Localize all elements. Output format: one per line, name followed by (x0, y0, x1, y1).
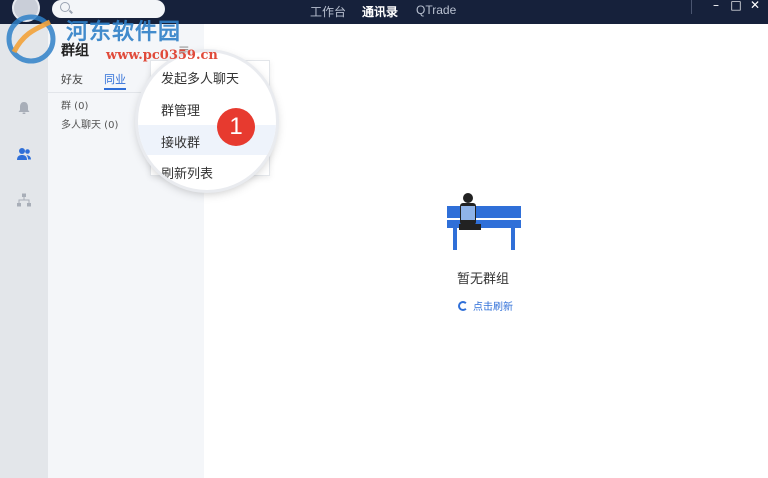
magnified-menu: 发起多人聊天 群管理 接收群 刷新列表 (138, 52, 276, 190)
minimize-button[interactable]: – (709, 0, 723, 12)
menu-item-refresh-list[interactable]: 刷新列表 (161, 163, 213, 182)
org-chart-icon[interactable] (16, 192, 32, 208)
bell-icon[interactable] (16, 100, 32, 116)
menu-item-start-multi-chat[interactable]: 发起多人聊天 (161, 68, 239, 87)
menu-item-group-manage[interactable]: 群管理 (161, 100, 200, 119)
refresh-icon (458, 301, 468, 311)
nav-workbench[interactable]: 工作台 (310, 3, 346, 20)
watermark-logo (6, 14, 56, 64)
list-item-groups[interactable]: 群 (0) (61, 97, 88, 112)
tab-peers[interactable]: 同业 (104, 71, 126, 87)
empty-state-title: 暂无群组 (457, 272, 510, 287)
menu-item-receive-group[interactable]: 接收群 (161, 132, 200, 151)
left-rail (0, 24, 48, 478)
list-item-multi-chat[interactable]: 多人聊天 (0) (61, 116, 118, 131)
refresh-label: 点击刷新 (473, 302, 513, 313)
menu-item-highlight (138, 125, 276, 155)
window-controls-divider (691, 0, 692, 14)
nav-qtrade[interactable]: QTrade (416, 3, 456, 17)
refresh-link[interactable]: 点击刷新 (458, 298, 513, 313)
watermark-title: 河东软件园 (66, 19, 182, 45)
watermark-url: www.pc0359.cn (106, 48, 218, 63)
active-tab-indicator (104, 88, 126, 90)
tab-friends[interactable]: 好友 (61, 71, 83, 87)
nav-contacts[interactable]: 通讯录 (362, 3, 398, 20)
step-badge: 1 (217, 108, 255, 146)
close-button[interactable]: ✕ (748, 0, 762, 12)
maximize-button[interactable]: □ (729, 0, 743, 12)
empty-bench-illustration (447, 193, 521, 250)
contacts-icon[interactable] (16, 146, 32, 162)
search-icon (60, 2, 70, 12)
